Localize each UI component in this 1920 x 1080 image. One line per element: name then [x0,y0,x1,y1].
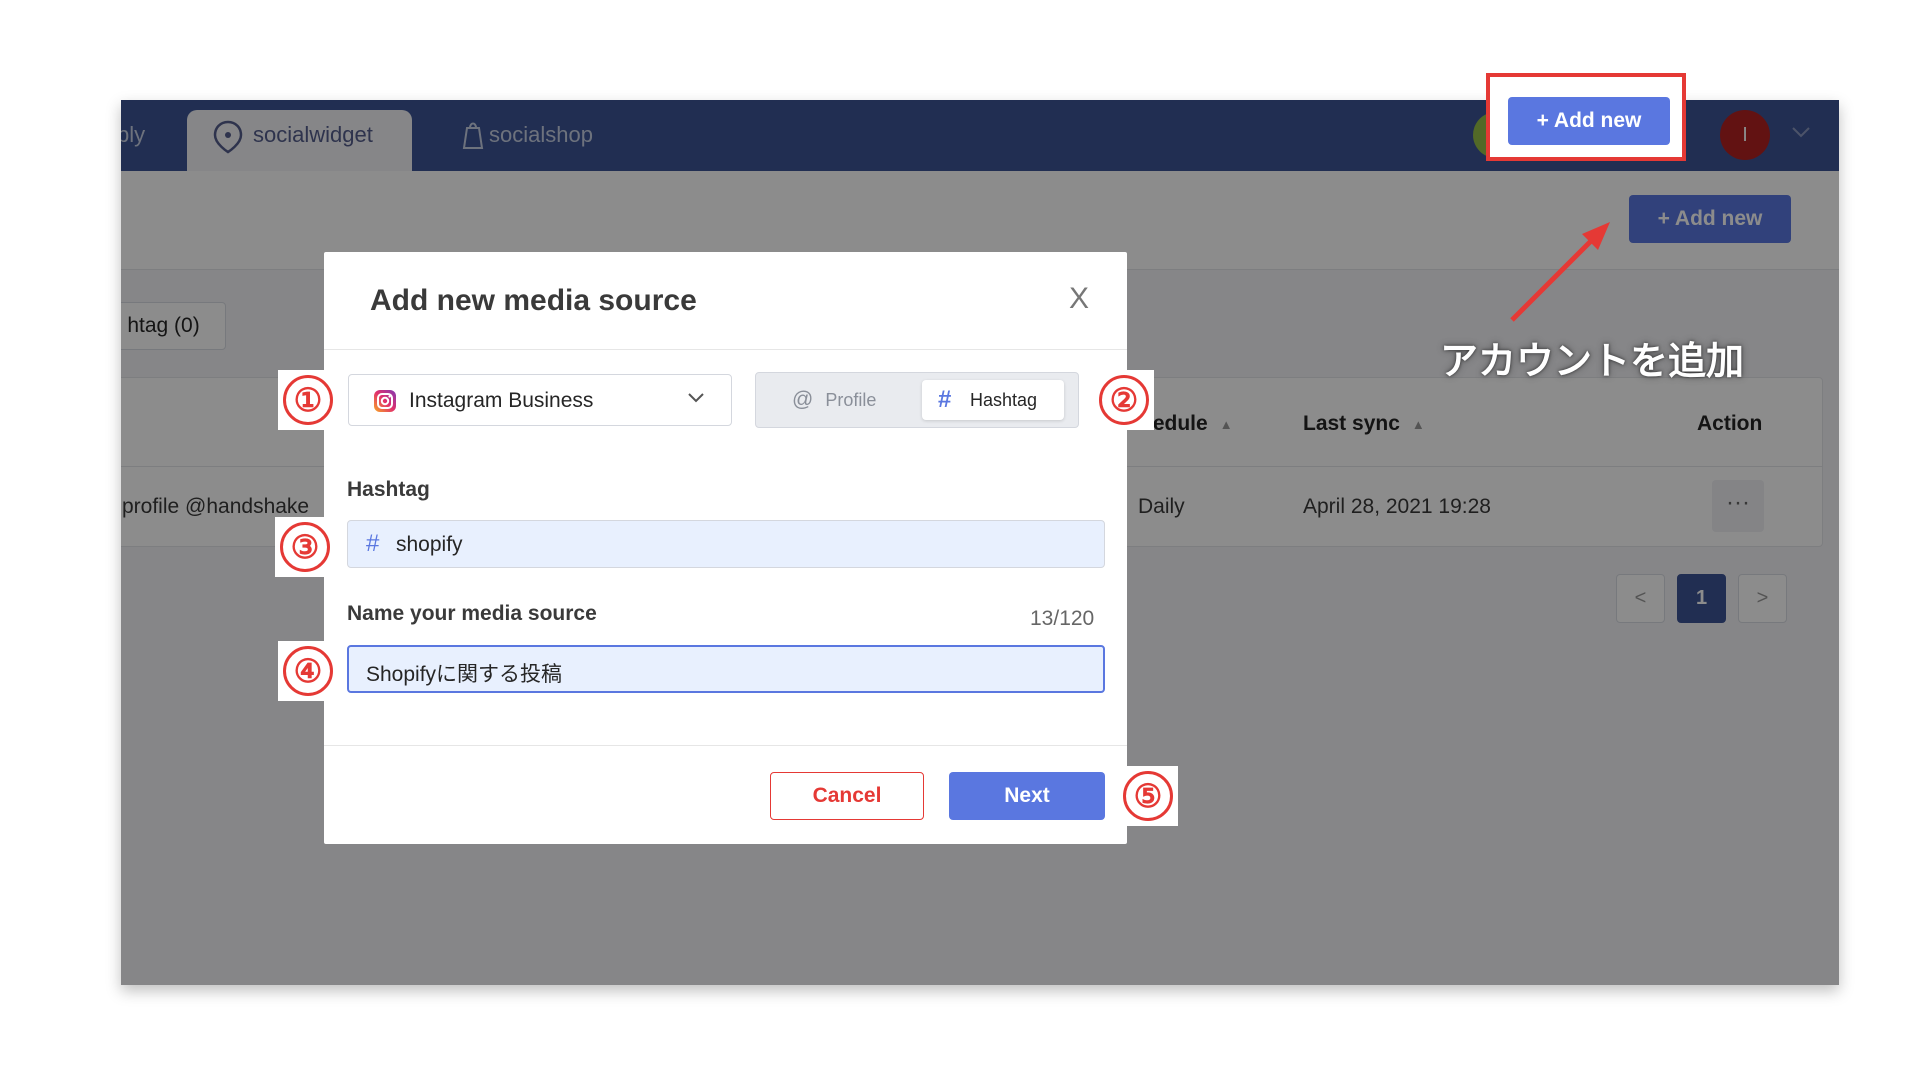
annotation-step-2: ② [1094,370,1154,430]
modal-divider [324,349,1127,350]
toggle-hashtag-option[interactable]: # Hashtag [922,380,1064,420]
hashtag-field-label: Hashtag [347,478,430,501]
annotation-caption: アカウントを追加 [1440,341,1745,383]
close-icon[interactable]: X [1069,282,1089,316]
add-new-highlight-box: + Add new [1486,73,1686,161]
hash-icon: # [938,386,952,413]
annotation-step-1: ① [278,370,338,430]
hashtag-input-value: shopify [396,533,463,556]
modal-divider [324,745,1127,746]
media-source-name-input[interactable]: Shopifyに関する投稿 [347,645,1105,693]
media-source-name-label: Name your media source [347,602,597,625]
modal-title: Add new media source [370,284,697,317]
toggle-hashtag-label: Hashtag [970,390,1038,410]
add-media-source-modal: Add new media source X Instagram Busines… [324,252,1127,844]
annotation-step-4: ④ [278,641,338,701]
media-source-name-value: Shopifyに関する投稿 [366,663,563,686]
source-type-select[interactable]: Instagram Business [348,374,732,426]
instagram-icon [373,389,397,418]
add-new-button[interactable]: + Add new [1508,97,1670,145]
cancel-button[interactable]: Cancel [770,772,924,820]
annotation-step-3: ③ [275,517,335,577]
chevron-down-icon [687,391,705,410]
hashtag-input[interactable]: # shopify [347,520,1105,568]
toggle-profile-option[interactable]: @ Profile [792,388,876,412]
character-counter: 13/120 [1030,607,1095,630]
annotation-step-5: ⑤ [1118,766,1178,826]
hash-icon: # [366,530,380,557]
source-mode-toggle: @ Profile # Hashtag [755,372,1079,428]
next-button[interactable]: Next [949,772,1105,820]
at-icon: @ [792,388,814,411]
source-select-value: Instagram Business [409,389,594,412]
